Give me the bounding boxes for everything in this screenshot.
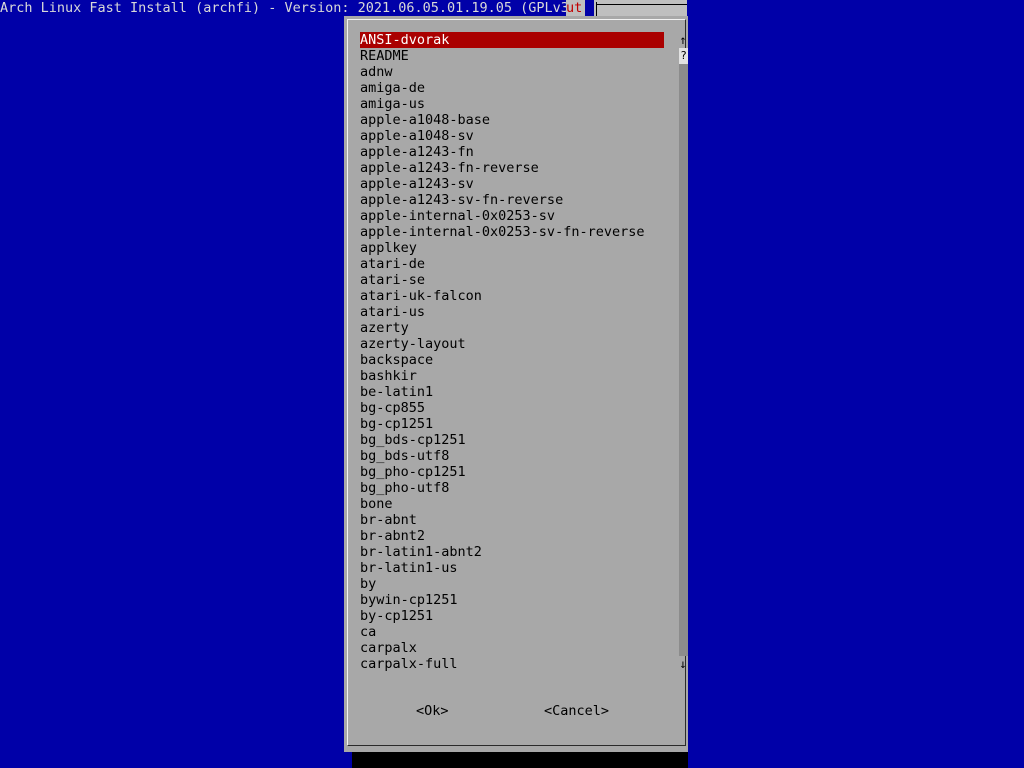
list-item[interactable]: br-latin1-us bbox=[360, 560, 664, 576]
list-item[interactable]: apple-a1048-base bbox=[360, 112, 664, 128]
scrollbar-thumb[interactable]: ? bbox=[679, 48, 688, 64]
list-item[interactable]: amiga-de bbox=[360, 80, 664, 96]
scroll-down-arrow-icon[interactable]: ↓ bbox=[678, 656, 688, 672]
list-item[interactable]: atari-de bbox=[360, 256, 664, 272]
list-item[interactable]: be-latin1 bbox=[360, 384, 664, 400]
frame-top-line bbox=[596, 4, 687, 5]
list-item[interactable]: br-abnt bbox=[360, 512, 664, 528]
list-item[interactable]: bg-cp855 bbox=[360, 400, 664, 416]
list-item[interactable]: apple-a1243-sv bbox=[360, 176, 664, 192]
list-item[interactable]: bg_bds-utf8 bbox=[360, 448, 664, 464]
list-item[interactable]: apple-a1243-sv-fn-reverse bbox=[360, 192, 664, 208]
list-item[interactable]: bg_pho-cp1251 bbox=[360, 464, 664, 480]
list-item[interactable]: apple-a1243-fn-reverse bbox=[360, 160, 664, 176]
list-item[interactable]: bone bbox=[360, 496, 664, 512]
list-item[interactable]: bg_bds-cp1251 bbox=[360, 432, 664, 448]
list-item[interactable]: by-cp1251 bbox=[360, 608, 664, 624]
list-item[interactable]: README bbox=[360, 48, 664, 64]
dialog-shadow bbox=[352, 752, 688, 768]
list-item[interactable]: by bbox=[360, 576, 664, 592]
list-item[interactable]: bashkir bbox=[360, 368, 664, 384]
list-item[interactable]: ca bbox=[360, 624, 664, 640]
list-item[interactable]: atari-uk-falcon bbox=[360, 288, 664, 304]
list-item[interactable]: amiga-us bbox=[360, 96, 664, 112]
list-item[interactable]: atari-se bbox=[360, 272, 664, 288]
backtitle: Arch Linux Fast Install (archfi) - Versi… bbox=[0, 0, 578, 16]
list-item[interactable]: carpalx bbox=[360, 640, 664, 656]
list-item-selected[interactable]: ANSI-dvorak bbox=[360, 32, 664, 48]
list-item[interactable]: azerty-layout bbox=[360, 336, 664, 352]
list-item[interactable]: bywin-cp1251 bbox=[360, 592, 664, 608]
list-item[interactable]: adnw bbox=[360, 64, 664, 80]
underlying-dialog-frame bbox=[594, 0, 687, 16]
list-item[interactable]: br-latin1-abnt2 bbox=[360, 544, 664, 560]
list-item[interactable]: bg_pho-utf8 bbox=[360, 480, 664, 496]
list-item[interactable]: br-abnt2 bbox=[360, 528, 664, 544]
ok-button[interactable]: <Ok> bbox=[416, 703, 449, 719]
list-item[interactable]: applkey bbox=[360, 240, 664, 256]
list-item[interactable]: apple-a1048-sv bbox=[360, 128, 664, 144]
list-item[interactable]: apple-a1243-fn bbox=[360, 144, 664, 160]
terminal-screen: Arch Linux Fast Install (archfi) - Versi… bbox=[0, 0, 1024, 768]
cancel-button[interactable]: <Cancel> bbox=[544, 703, 609, 719]
list-item[interactable]: backspace bbox=[360, 352, 664, 368]
dialog-title-fragment: ut bbox=[566, 0, 586, 16]
list-item[interactable]: apple-internal-0x0253-sv-fn-reverse bbox=[360, 224, 664, 240]
scroll-up-arrow-icon[interactable]: ↑ bbox=[678, 32, 688, 48]
list-item[interactable]: bg-cp1251 bbox=[360, 416, 664, 432]
list-item[interactable]: azerty bbox=[360, 320, 664, 336]
keymap-dialog: ANSI-dvorak README adnw amiga-de amiga-us app… bbox=[344, 16, 688, 752]
scrollbar-track[interactable] bbox=[679, 64, 688, 656]
list-item[interactable]: atari-us bbox=[360, 304, 664, 320]
list-item[interactable]: carpalx-full bbox=[360, 656, 664, 672]
list-item[interactable]: apple-internal-0x0253-sv bbox=[360, 208, 664, 224]
keymap-list[interactable]: ANSI-dvorak README adnw amiga-de amiga-us app… bbox=[360, 32, 664, 688]
